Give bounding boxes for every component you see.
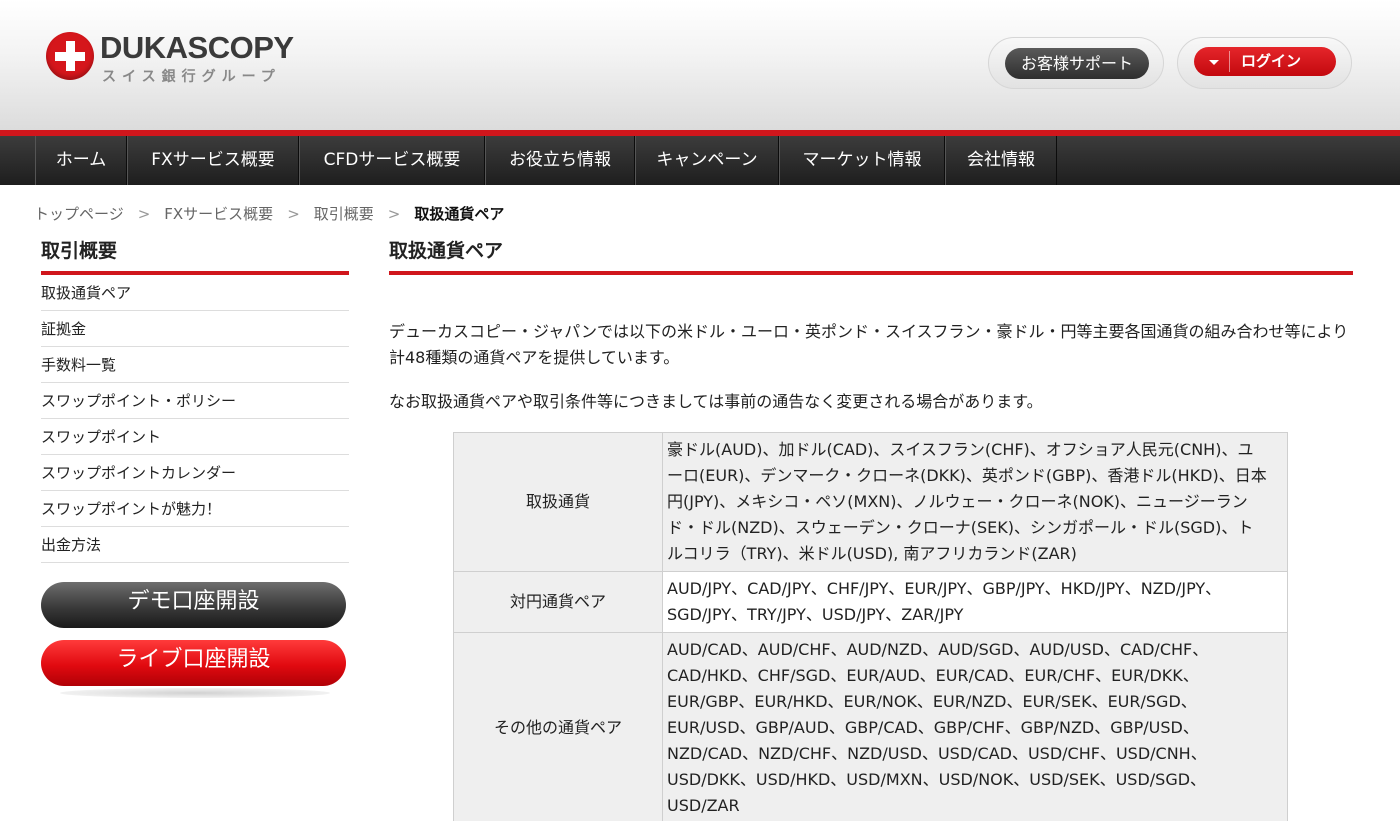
table-header-cell: 取扱通貨 bbox=[453, 432, 663, 572]
table-row: 取扱通貨 豪ドル(AUD)、加ドル(CAD)、スイスフラン(CHF)、オフショア… bbox=[453, 432, 1288, 572]
breadcrumb-chevron-icon: > bbox=[287, 205, 300, 223]
notice-paragraph: なお取扱通貨ペアや取引条件等につきましては事前の通告なく変更される場合があります… bbox=[389, 392, 1043, 411]
logo-wordmark: DUKASCOPY bbox=[100, 30, 294, 65]
login-button[interactable]: ログイン bbox=[1194, 47, 1336, 76]
nav-item-campaign[interactable]: キャンペーン bbox=[635, 136, 779, 185]
intro-paragraph: デューカスコピー・ジャパンでは以下の米ドル・ユーロ・英ポンド・スイスフラン・豪ド… bbox=[389, 322, 1349, 367]
swiss-cross-icon bbox=[46, 32, 94, 80]
sidebar-item-margin[interactable]: 証拠金 bbox=[41, 311, 349, 347]
nav-item-company-info[interactable]: 会社情報 bbox=[945, 136, 1057, 185]
page-title: 取扱通貨ペア bbox=[389, 240, 504, 262]
dukascopy-logo[interactable]: DUKASCOPY スイス銀行グループ bbox=[46, 30, 306, 90]
breadcrumb-chevron-icon: > bbox=[137, 205, 151, 223]
support-button[interactable]: お客様サポート bbox=[1005, 48, 1149, 79]
breadcrumb-current: 取扱通貨ペア bbox=[414, 205, 505, 223]
login-divider bbox=[1229, 51, 1230, 72]
login-pill: ログイン bbox=[1177, 37, 1352, 89]
sidebar-item-swap-appeal[interactable]: スワップポイントが魅力！ bbox=[41, 491, 349, 527]
support-pill: お客様サポート bbox=[988, 37, 1164, 89]
login-label: ログイン bbox=[1241, 52, 1302, 70]
page-title-underline bbox=[389, 271, 1353, 275]
sidebar-item-currency-pairs[interactable]: 取扱通貨ペア bbox=[41, 275, 349, 311]
table-row: 対円通貨ペア AUD/JPY、CAD/JPY、CHF/JPY、EUR/JPY、G… bbox=[453, 571, 1288, 633]
table-header-cell: 対円通貨ペア bbox=[453, 571, 663, 633]
sidebar-item-swap-points[interactable]: スワップポイント bbox=[41, 419, 349, 455]
button-shadow bbox=[60, 688, 330, 698]
breadcrumb-link-top[interactable]: トップページ bbox=[34, 203, 124, 224]
logo-tagline: スイス銀行グループ bbox=[102, 69, 281, 85]
sidebar-item-fees[interactable]: 手数料一覧 bbox=[41, 347, 349, 383]
nav-item-useful-info[interactable]: お役立ち情報 bbox=[485, 136, 635, 185]
sidebar-item-swap-calendar[interactable]: スワップポイントカレンダー bbox=[41, 455, 349, 491]
table-header-cell: その他の通貨ペア bbox=[453, 632, 663, 821]
table-value-cell: AUD/JPY、CAD/JPY、CHF/JPY、EUR/JPY、GBP/JPY、… bbox=[662, 571, 1288, 633]
site-header: DUKASCOPY スイス銀行グループ お客様サポート ログイン bbox=[0, 0, 1400, 130]
nav-item-market-info[interactable]: マーケット情報 bbox=[779, 136, 945, 185]
demo-account-button[interactable]: デモ口座開設 bbox=[41, 582, 346, 628]
currency-table: 取扱通貨 豪ドル(AUD)、加ドル(CAD)、スイスフラン(CHF)、オフショア… bbox=[453, 432, 1288, 821]
nav-item-cfd-overview[interactable]: CFDサービス概要 bbox=[299, 136, 485, 185]
breadcrumb-link-fx[interactable]: FXサービス概要 bbox=[164, 203, 273, 224]
caret-down-icon bbox=[1209, 60, 1219, 65]
sidebar-title: 取引概要 bbox=[41, 240, 118, 262]
table-row: その他の通貨ペア AUD/CAD、AUD/CHF、AUD/NZD、AUD/SGD… bbox=[453, 632, 1288, 821]
table-value-cell: 豪ドル(AUD)、加ドル(CAD)、スイスフラン(CHF)、オフショア人民元(C… bbox=[662, 432, 1288, 572]
live-account-button[interactable]: ライブ口座開設 bbox=[41, 640, 346, 686]
breadcrumb: トップページ > FXサービス概要 > 取引概要 > 取扱通貨ペア bbox=[34, 203, 504, 224]
nav-item-home[interactable]: ホーム bbox=[35, 136, 127, 185]
sidebar-item-withdrawal[interactable]: 出金方法 bbox=[41, 527, 349, 563]
breadcrumb-link-trading[interactable]: 取引概要 bbox=[314, 203, 374, 224]
table-value-cell: AUD/CAD、AUD/CHF、AUD/NZD、AUD/SGD、AUD/USD、… bbox=[662, 632, 1288, 821]
sidebar-item-swap-policy[interactable]: スワップポイント・ポリシー bbox=[41, 383, 349, 419]
main-nav: ホーム FXサービス概要 CFDサービス概要 お役立ち情報 キャンペーン マーケ… bbox=[0, 136, 1400, 185]
nav-item-fx-overview[interactable]: FXサービス概要 bbox=[127, 136, 299, 185]
breadcrumb-chevron-icon: > bbox=[387, 205, 401, 223]
